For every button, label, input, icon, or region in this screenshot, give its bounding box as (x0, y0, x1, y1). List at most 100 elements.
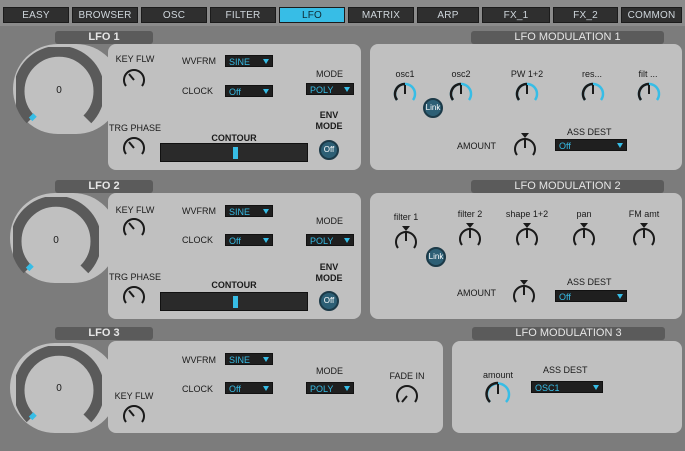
lfo1-mode-dropdown[interactable]: POLY (306, 83, 354, 95)
tab-fx-1[interactable]: FX_1 (482, 7, 550, 23)
lfo2-env-mode-button[interactable]: Off (319, 291, 339, 311)
lfo3-mode-label: MODE (316, 366, 343, 376)
lfo2-wvfrm-label: WVFRM (182, 206, 216, 216)
tab-browser[interactable]: BROWSER (72, 7, 138, 23)
chevron-down-icon (344, 386, 350, 391)
mod1-res-knob[interactable] (580, 81, 606, 107)
mod3-amount-label: amount (482, 370, 514, 380)
mod2-filter1-knob[interactable] (392, 224, 420, 254)
tab-bar: EASY BROWSER OSC FILTER LFO MATRIX ARP F… (0, 0, 685, 26)
mod1-target-label: PW 1+2 (510, 69, 544, 79)
chevron-down-icon (263, 357, 269, 362)
lfo3-key-flw-label: KEY FLW (114, 391, 154, 401)
lfo2-env-mode-label: MODE (315, 273, 343, 283)
chevron-down-icon (344, 87, 350, 92)
mod1-osc2-knob[interactable] (448, 81, 474, 107)
lfo1-trg-phase-label: TRG PHASE (108, 123, 161, 133)
tab-fx-2[interactable]: FX_2 (553, 7, 618, 23)
chevron-down-icon (263, 238, 269, 243)
lfo3-wvfrm-value: SINE (229, 355, 251, 365)
lfo1-clock-dropdown[interactable]: Off (225, 85, 273, 97)
lfo2-clock-value: Off (229, 236, 241, 246)
lfo1-env-mode-button[interactable]: Off (319, 140, 339, 160)
lfo2-rate-value: 0 (53, 235, 59, 246)
lfo3-clock-dropdown[interactable]: Off (225, 382, 273, 394)
lfo3-panel (108, 341, 443, 433)
mod2-link-button[interactable]: Link (426, 247, 446, 267)
mod2-shape-knob[interactable] (513, 221, 541, 251)
lfo3-mode-dropdown[interactable]: POLY (306, 382, 354, 394)
lfo2-env-label: ENV (319, 262, 339, 272)
lfo1-mode-value: POLY (310, 85, 334, 95)
lfo1-key-flw-label: KEY FLW (115, 54, 155, 64)
lfo3-fade-in-knob[interactable] (394, 383, 420, 409)
lfo1-key-flw-knob[interactable] (121, 67, 147, 93)
lfo1-contour-label: CONTOUR (211, 133, 257, 143)
lfo2-mode-dropdown[interactable]: POLY (306, 234, 354, 246)
lfo1-contour-handle[interactable] (233, 147, 238, 159)
tab-common[interactable]: COMMON (621, 7, 682, 23)
mod1-amount-label: AMOUNT (457, 141, 496, 151)
lfo3-title: LFO 3 (55, 327, 153, 340)
mod1-link-button[interactable]: Link (423, 98, 443, 118)
lfo1-trg-phase-knob[interactable] (121, 135, 147, 161)
mod1-ass-dest-dropdown[interactable]: Off (555, 139, 627, 151)
mod1-filt-knob[interactable] (636, 81, 662, 107)
lfo3-wvfrm-label: WVFRM (182, 355, 216, 365)
lfo2-mode-value: POLY (310, 236, 334, 246)
tab-lfo[interactable]: LFO (279, 7, 345, 23)
mod2-fm-amt-knob[interactable] (630, 221, 658, 251)
lfo3-clock-label: CLOCK (182, 384, 214, 394)
lfo2-trg-phase-label: TRG PHASE (108, 272, 161, 282)
lfo3-rate-value: 0 (56, 383, 62, 394)
lfo3-wvfrm-dropdown[interactable]: SINE (225, 353, 273, 365)
lfo2-mode-label: MODE (316, 216, 343, 226)
mod1-amount-knob[interactable] (511, 131, 539, 161)
tab-easy[interactable]: EASY (3, 7, 69, 23)
lfo1-wvfrm-label: WVFRM (182, 56, 216, 66)
chevron-down-icon (263, 89, 269, 94)
mod1-osc1-knob[interactable] (392, 81, 418, 107)
lfo2-key-flw-knob[interactable] (121, 216, 147, 242)
lfo2-wvfrm-value: SINE (229, 207, 251, 217)
lfo1-env-mode-label: MODE (315, 121, 343, 131)
mod3-amount-knob[interactable] (484, 380, 512, 408)
lfo1-wvfrm-dropdown[interactable]: SINE (225, 55, 273, 67)
lfo2-contour-slider[interactable] (160, 292, 308, 311)
lfo2-trg-phase-knob[interactable] (121, 284, 147, 310)
mod2-ass-dest-value: Off (559, 292, 571, 302)
lfo1-rate-value: 0 (56, 85, 62, 96)
lfo3-mode-value: POLY (310, 384, 334, 394)
lfo1-wvfrm-value: SINE (229, 57, 251, 67)
mod2-target-label: filter 1 (393, 212, 419, 222)
mod2-target-label: FM amt (628, 209, 660, 219)
lfo2-wvfrm-dropdown[interactable]: SINE (225, 205, 273, 217)
mod2-target-label: shape 1+2 (505, 209, 549, 219)
mod3-ass-dest-dropdown[interactable]: OSC1 (531, 381, 603, 393)
lfo1-contour-slider[interactable] (160, 143, 308, 162)
tab-matrix[interactable]: MATRIX (348, 7, 414, 23)
mod1-pw-knob[interactable] (514, 81, 540, 107)
chevron-down-icon (344, 238, 350, 243)
lfo3-key-flw-knob[interactable] (121, 403, 147, 429)
lfo2-contour-handle[interactable] (233, 296, 238, 308)
chevron-down-icon (593, 385, 599, 390)
mod3-title: LFO MODULATION 3 (472, 327, 665, 340)
tab-filter[interactable]: FILTER (210, 7, 276, 23)
lfo2-key-flw-label: KEY FLW (115, 205, 155, 215)
tab-osc[interactable]: OSC (141, 7, 207, 23)
mod3-ass-dest-value: OSC1 (535, 383, 560, 393)
mod1-ass-dest-value: Off (559, 141, 571, 151)
lfo3-clock-value: Off (229, 384, 241, 394)
mod2-ass-dest-dropdown[interactable]: Off (555, 290, 627, 302)
mod2-amount-knob[interactable] (510, 278, 538, 308)
mod1-ass-dest-label: ASS DEST (567, 127, 612, 137)
mod1-target-label: res... (581, 69, 602, 79)
tab-arp[interactable]: ARP (417, 7, 479, 23)
lfo1-clock-value: Off (229, 87, 241, 97)
mod2-title: LFO MODULATION 2 (471, 180, 664, 193)
mod2-filter2-knob[interactable] (456, 221, 484, 251)
lfo2-clock-dropdown[interactable]: Off (225, 234, 273, 246)
mod2-pan-knob[interactable] (570, 221, 598, 251)
lfo1-env-label: ENV (319, 110, 339, 120)
